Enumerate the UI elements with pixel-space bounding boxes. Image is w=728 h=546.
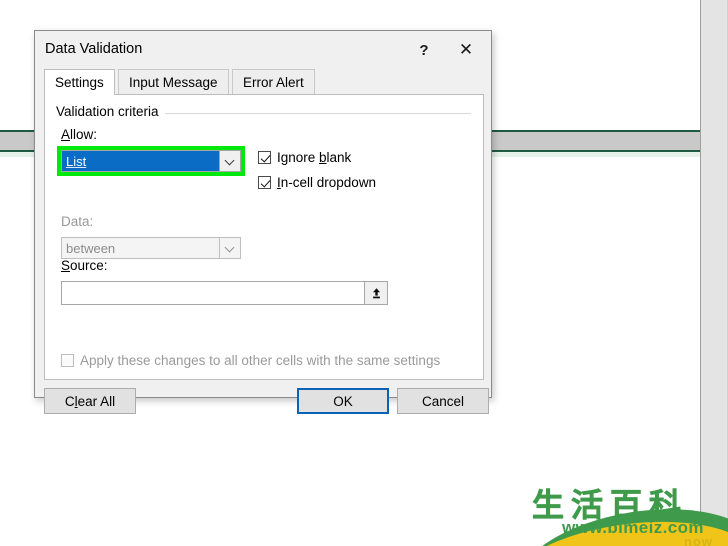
checkbox-icon[interactable]: [61, 354, 74, 367]
tab-settings[interactable]: Settings: [44, 69, 115, 95]
settings-panel: Validation criteria Allow: List Data: be…: [44, 94, 484, 380]
site-watermark: 生活百科 www.bimeiz.com now: [520, 478, 728, 546]
data-validation-dialog: Data Validation ? ✕ Settings Input Messa…: [34, 30, 492, 414]
help-icon[interactable]: ?: [407, 35, 441, 65]
group-label-validation-criteria: Validation criteria: [56, 104, 165, 119]
data-dropdown-value: between: [62, 238, 219, 258]
data-label: Data:: [61, 214, 94, 229]
allow-dropdown[interactable]: List: [61, 150, 241, 172]
tab-error-alert[interactable]: Error Alert: [232, 69, 315, 95]
source-field-row: [61, 281, 388, 305]
ignore-blank-label: Ignore blank: [277, 150, 352, 165]
chevron-down-icon[interactable]: [219, 238, 240, 258]
dialog-tabs: Settings Input Message Error Alert: [44, 69, 484, 95]
right-scroll-strip[interactable]: [700, 0, 728, 546]
close-icon[interactable]: ✕: [449, 35, 483, 65]
watermark-url: www.bimeiz.com: [562, 518, 704, 537]
checkbox-icon[interactable]: [258, 151, 271, 164]
ok-button[interactable]: OK: [297, 388, 389, 414]
range-picker-icon[interactable]: [364, 282, 387, 304]
chevron-down-icon[interactable]: [219, 151, 240, 171]
checkbox-icon[interactable]: [258, 176, 271, 189]
apply-all-checkbox-row[interactable]: Apply these changes to all other cells w…: [61, 353, 440, 368]
incell-dropdown-label: In-cell dropdown: [277, 175, 377, 190]
allow-dropdown-value: List: [66, 153, 87, 169]
cancel-button[interactable]: Cancel: [397, 388, 489, 414]
clear-all-label: Clear All: [64, 393, 116, 409]
apply-all-label: Apply these changes to all other cells w…: [80, 353, 441, 368]
source-label: Source:: [61, 258, 108, 273]
incell-dropdown-checkbox-row[interactable]: In-cell dropdown: [258, 175, 376, 190]
data-dropdown[interactable]: between: [61, 237, 241, 259]
clear-all-button[interactable]: Clear All: [44, 388, 136, 414]
tab-input-message[interactable]: Input Message: [118, 69, 229, 95]
allow-label: Allow:: [61, 127, 98, 142]
watermark-trailing-text: now: [684, 534, 713, 546]
allow-dropdown-text: List: [62, 151, 219, 171]
ignore-blank-checkbox-row[interactable]: Ignore blank: [258, 150, 351, 165]
source-input[interactable]: [62, 282, 364, 304]
dialog-title: Data Validation: [45, 41, 143, 57]
dialog-titlebar: Data Validation ? ✕: [35, 31, 491, 69]
